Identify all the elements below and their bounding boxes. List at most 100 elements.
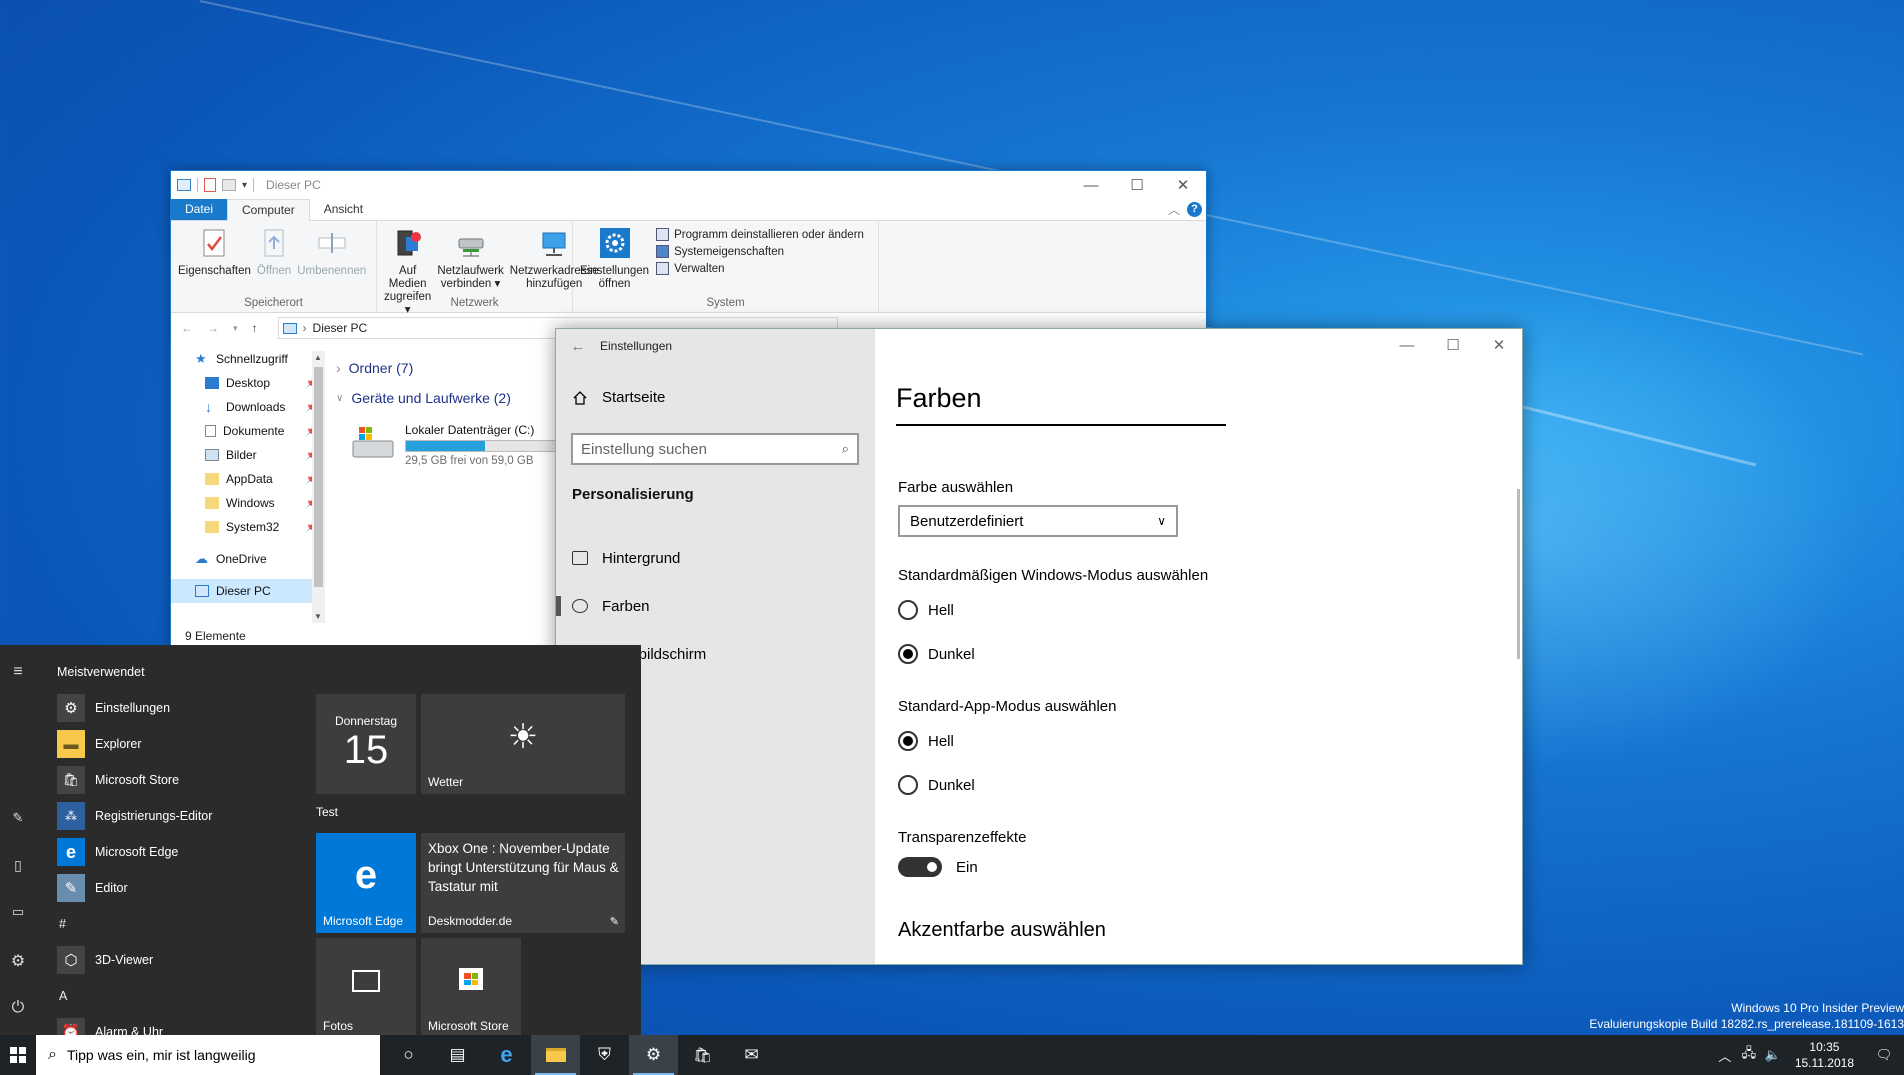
clock[interactable]: 10:35 15.11.2018 xyxy=(1785,1039,1864,1071)
navigation-scrollbar[interactable]: ▲ ▼ xyxy=(312,351,325,623)
watermark-line: Evaluierungskopie Build 18282.rs_prerele… xyxy=(1589,1017,1904,1031)
nav-item-schnellzugriff[interactable]: ★ Schnellzugriff xyxy=(185,347,324,371)
group-header-devices[interactable]: ∨ Geräte und Laufwerke (2) xyxy=(336,383,511,413)
navigation-pane: ★Schnellzugriff Desktop📌 ↓Downloads📌 Dok… xyxy=(171,347,324,617)
cortana-icon[interactable]: ○ xyxy=(384,1035,433,1075)
section-heading: Personalisierung xyxy=(572,486,694,503)
power-icon[interactable]: ⏻ xyxy=(8,999,28,1017)
app-einstellungen[interactable]: ⚙ Einstellungen xyxy=(57,690,297,726)
settings-scrollbar[interactable] xyxy=(1517,489,1520,659)
start-button[interactable] xyxy=(0,1035,36,1075)
app-3d-viewer[interactable]: ⬡ 3D-Viewer xyxy=(57,942,297,978)
mail-icon[interactable]: ✉ xyxy=(727,1035,776,1075)
documents-icon[interactable]: ▯ xyxy=(8,857,28,874)
tab-computer[interactable]: Computer xyxy=(227,199,310,221)
app-explorer[interactable]: ▬ Explorer xyxy=(57,726,297,762)
transparency-toggle[interactable]: Ein xyxy=(898,857,978,877)
up-button[interactable]: ↑ xyxy=(252,321,258,335)
scrollbar-thumb[interactable] xyxy=(314,367,323,587)
letter-header[interactable]: A xyxy=(57,978,297,1014)
settings-gear-icon[interactable]: ⚙ xyxy=(8,951,28,971)
collapse-ribbon-icon[interactable]: ︿ xyxy=(1168,201,1180,218)
minimize-button[interactable]: — xyxy=(1068,171,1114,199)
tile-group-heading: Test xyxy=(316,805,339,819)
recent-locations-icon[interactable]: ▾ xyxy=(233,323,238,334)
edge-tile[interactable]: e Microsoft Edge xyxy=(316,833,416,933)
forward-button[interactable]: → xyxy=(207,321,219,335)
scroll-down-icon[interactable]: ▼ xyxy=(314,612,322,621)
app-mode-light-radio[interactable]: Hell xyxy=(898,731,954,751)
properties-quick-icon[interactable] xyxy=(204,178,216,192)
most-used-heading: Meistverwendet xyxy=(57,665,145,679)
drive-item-c[interactable]: Lokaler Datenträger (C:) 29,5 GB frei vo… xyxy=(351,423,565,467)
new-folder-quick-icon[interactable] xyxy=(222,179,236,191)
start-rail: ≡ ✎ ▯ ▭ ⚙ ⏻ xyxy=(0,645,36,1035)
chevron-up-icon[interactable]: ︿ xyxy=(1713,1046,1737,1065)
store-tile[interactable]: Microsoft Store xyxy=(421,938,521,1038)
hamburger-menu-icon[interactable]: ≡ xyxy=(8,663,28,681)
taskbar-apps: ○ ▤ e ⛨ ⚙ 🛍 ✉ xyxy=(384,1035,776,1075)
nav-item-system32[interactable]: System32📌 xyxy=(185,515,324,539)
manage-button[interactable]: Verwalten xyxy=(656,262,864,275)
calendar-tile[interactable]: Donnerstag 15 xyxy=(316,694,416,794)
photos-tile[interactable]: Fotos xyxy=(316,938,416,1038)
nav-item-appdata[interactable]: AppData📌 xyxy=(185,467,324,491)
nav-item-windows[interactable]: Windows📌 xyxy=(185,491,324,515)
explorer-icon[interactable] xyxy=(531,1035,580,1075)
windows-mode-light-radio[interactable]: Hell xyxy=(898,600,954,620)
nav-item-farben[interactable]: Farben xyxy=(556,582,875,630)
nav-item-bilder[interactable]: Bilder📌 xyxy=(185,443,324,467)
home-link[interactable]: Startseite xyxy=(572,389,665,406)
close-button[interactable]: ✕ xyxy=(1160,171,1206,199)
nav-item-dieser-pc[interactable]: Dieser PC xyxy=(171,579,324,603)
hard-drive-icon xyxy=(352,427,394,458)
back-button[interactable]: ← xyxy=(181,321,193,335)
weather-tile[interactable]: ☀ Wetter xyxy=(421,694,625,794)
network-icon[interactable]: 🖧 xyxy=(1737,1044,1761,1066)
nav-item-dokumente[interactable]: Dokumente📌 xyxy=(185,419,324,443)
edge-icon: e xyxy=(57,838,85,866)
nav-item-desktop[interactable]: Desktop📌 xyxy=(185,371,324,395)
tile-label: Microsoft Edge xyxy=(323,914,404,928)
folder-icon xyxy=(205,521,219,533)
security-shield-icon[interactable]: ⛨ xyxy=(580,1035,629,1075)
group-header-folders[interactable]: › Ordner (7) xyxy=(336,353,511,383)
windows-mode-dark-radio[interactable]: Dunkel xyxy=(898,644,975,664)
settings-search-input[interactable]: Einstellung suchen ⌕ xyxy=(571,433,859,465)
settings-gear-icon[interactable]: ⚙ xyxy=(629,1035,678,1075)
app-editor[interactable]: ✎ Editor xyxy=(57,870,297,906)
scroll-up-icon[interactable]: ▲ xyxy=(314,353,322,362)
back-arrow-icon[interactable]: ← xyxy=(556,338,600,355)
app-mode-dark-radio[interactable]: Dunkel xyxy=(898,775,975,795)
pen-icon[interactable]: ✎ xyxy=(8,810,28,826)
tab-ansicht[interactable]: Ansicht xyxy=(310,199,377,220)
help-icon[interactable]: ? xyxy=(1187,202,1202,217)
choose-color-dropdown[interactable]: Benutzerdefiniert ∨ xyxy=(898,505,1178,537)
taskbar-search-box[interactable]: ⌕ Tipp was ein, mir ist langweilig xyxy=(36,1035,380,1075)
pictures-icon[interactable]: ▭ xyxy=(8,904,28,920)
search-icon: ⌕ xyxy=(841,441,849,456)
customize-quick-access-icon[interactable]: ▾ xyxy=(242,180,247,191)
nav-label: Dieser PC xyxy=(216,584,271,598)
windows-logo-icon xyxy=(10,1047,26,1063)
app-registrierungs-editor[interactable]: ⁂ Registrierungs-Editor xyxy=(57,798,297,834)
app-microsoft-edge[interactable]: e Microsoft Edge xyxy=(57,834,297,870)
uninstall-program-button[interactable]: Programm deinstallieren oder ändern xyxy=(656,228,864,241)
app-microsoft-store[interactable]: 🛍 Microsoft Store xyxy=(57,762,297,798)
maximize-button[interactable]: ☐ xyxy=(1114,171,1160,199)
nav-item-onedrive[interactable]: ☁ OneDrive xyxy=(185,547,324,571)
dropdown-value: Benutzerdefiniert xyxy=(910,512,1024,530)
news-tile[interactable]: Xbox One : November-Update bringt Unters… xyxy=(421,833,625,933)
nav-item-downloads[interactable]: ↓Downloads📌 xyxy=(185,395,324,419)
edge-icon[interactable]: e xyxy=(482,1035,531,1075)
nav-item-hintergrund[interactable]: Hintergrund xyxy=(556,534,875,582)
system-properties-button[interactable]: Systemeigenschaften xyxy=(656,245,864,258)
letter-header[interactable]: # xyxy=(57,906,297,942)
system-tray: ︿ 🖧 🔈 10:35 15.11.2018 🗨 xyxy=(1713,1035,1904,1075)
document-icon xyxy=(205,425,216,437)
volume-icon[interactable]: 🔈 xyxy=(1761,1047,1785,1063)
store-bag-icon[interactable]: 🛍 xyxy=(678,1035,727,1075)
action-center-icon[interactable]: 🗨 xyxy=(1864,1047,1904,1063)
tab-datei[interactable]: Datei xyxy=(171,199,228,220)
task-view-icon[interactable]: ▤ xyxy=(433,1035,482,1075)
